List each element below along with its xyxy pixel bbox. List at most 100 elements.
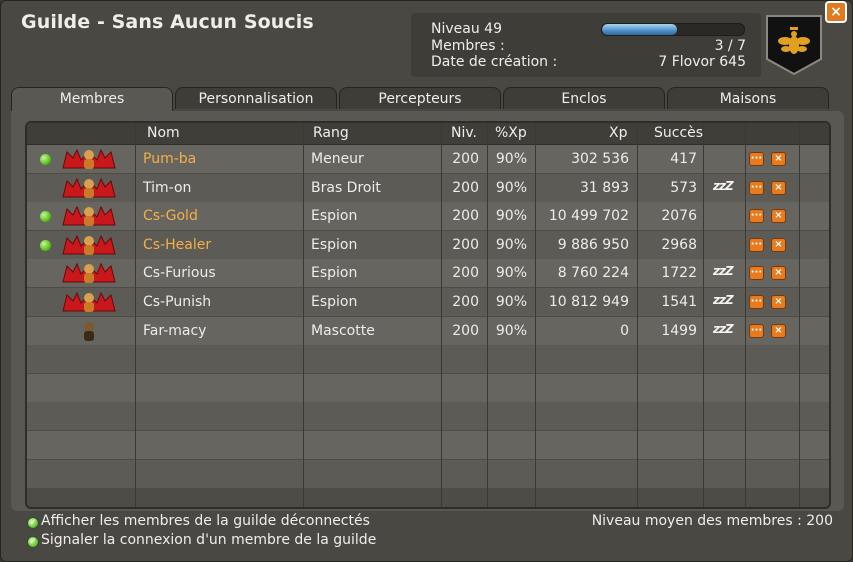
member-options-button[interactable]: ···: [749, 209, 764, 224]
header-succes[interactable]: Succès: [654, 123, 703, 144]
member-success: 417: [670, 151, 697, 167]
empty-row: [27, 345, 829, 374]
kick-member-button[interactable]: ×: [771, 180, 786, 195]
member-xp-percent: 90%: [495, 208, 527, 225]
member-name: Cs-Gold: [143, 208, 198, 225]
member-xp: 302 536: [571, 151, 629, 167]
kick-member-button[interactable]: ×: [771, 209, 786, 224]
members-label: Membres :: [431, 38, 505, 54]
member-xp-percent: 90%: [495, 236, 527, 253]
table-row[interactable]: Pum-ba Meneur 200 90% 302 536 417 ··· ×: [27, 145, 829, 173]
table-row[interactable]: Cs-Furious Espion 200 90% 8 760 224 1722 zzZ ··…: [27, 259, 829, 288]
kick-member-button[interactable]: ×: [771, 323, 786, 338]
table-row[interactable]: Cs-Gold Espion 200 90% 10 499 702 2076 ··· ×: [27, 202, 829, 231]
column-divider: [303, 123, 304, 507]
header-rang[interactable]: Rang: [313, 123, 349, 144]
member-level: 200: [452, 208, 479, 225]
member-rank: Espion: [311, 265, 358, 282]
header-nom[interactable]: Nom: [147, 123, 180, 144]
member-name: Pum-ba: [143, 151, 197, 167]
member-success: 573: [670, 179, 697, 196]
member-xp: 9 886 950: [557, 236, 629, 253]
member-rank: Bras Droit: [311, 179, 381, 196]
close-button[interactable]: ×: [825, 1, 847, 23]
member-xp: 8 760 224: [557, 265, 629, 282]
header-niv[interactable]: Niv.: [451, 123, 477, 144]
member-success: 2968: [661, 236, 697, 253]
member-xp: 10 499 702: [548, 208, 629, 225]
member-options-button[interactable]: ···: [749, 266, 764, 281]
member-level: 200: [452, 151, 479, 167]
column-divider: [799, 123, 800, 507]
guild-header: Guilde - Sans Aucun Soucis Niveau 49 Mem…: [1, 1, 852, 87]
member-level: 200: [452, 179, 479, 196]
average-level-text: Niveau moyen des membres : 200: [591, 513, 833, 529]
member-options-button[interactable]: ···: [749, 295, 764, 309]
character-avatar-icon: [84, 150, 94, 169]
column-divider: [535, 123, 536, 507]
member-level: 200: [452, 322, 479, 339]
member-xp-percent: 90%: [495, 322, 527, 339]
option-show-offline-label[interactable]: Afficher les membres de la guilde déconn…: [41, 513, 370, 529]
character-avatar-icon: [84, 207, 94, 227]
column-divider: [487, 123, 488, 507]
member-rank: Espion: [311, 236, 358, 253]
character-avatar-icon: [84, 293, 94, 312]
member-xp: 0: [620, 322, 629, 339]
tab-maisons[interactable]: Maisons: [667, 87, 829, 109]
window-title: Guilde - Sans Aucun Soucis: [21, 11, 314, 33]
column-divider: [703, 123, 704, 507]
character-avatar-icon: [84, 235, 94, 255]
empty-row: [27, 431, 829, 459]
member-options-button[interactable]: ···: [749, 323, 764, 338]
character-avatar-icon: [84, 321, 94, 341]
member-options-button[interactable]: ···: [749, 237, 764, 252]
members-table: Nom Rang Niv. %Xp Xp Succès Pum-ba Meneur…: [25, 121, 831, 509]
members-value: 3 / 7: [714, 38, 746, 54]
member-name: Cs-Healer: [143, 236, 212, 253]
kick-member-button[interactable]: ×: [771, 237, 786, 252]
member-level: 200: [452, 294, 479, 310]
column-divider: [441, 123, 442, 507]
tab-enclos[interactable]: Enclos: [503, 87, 665, 109]
tab-personnalisation[interactable]: Personnalisation: [175, 87, 337, 109]
checkbox-signal-connection[interactable]: ✓: [27, 536, 39, 548]
header-pxp[interactable]: %Xp: [495, 123, 527, 144]
member-rank: Meneur: [311, 151, 364, 167]
table-row[interactable]: Cs-Healer Espion 200 90% 9 886 950 2968 ··· ×: [27, 230, 829, 259]
member-xp: 31 893: [580, 179, 629, 196]
column-divider: [637, 123, 638, 507]
table-row[interactable]: Far-macy Mascotte 200 90% 0 1499 zzZ ··· ×: [27, 316, 829, 345]
online-indicator-icon: [40, 239, 51, 251]
tab-membres[interactable]: Membres: [11, 87, 173, 113]
member-name: Cs-Punish: [143, 294, 212, 310]
member-success: 2076: [661, 208, 697, 225]
afk-sleep-icon: zzZ: [713, 293, 734, 307]
character-avatar-icon: [84, 264, 94, 284]
member-xp-percent: 90%: [495, 294, 527, 310]
table-row[interactable]: Cs-Punish Espion 200 90% 10 812 949 1541 zzZ ··…: [27, 288, 829, 316]
header-xp[interactable]: Xp: [609, 123, 627, 144]
kick-member-button[interactable]: ×: [771, 295, 786, 309]
option-signal-connection-label[interactable]: Signaler la connexion d'un membre de la …: [41, 532, 376, 548]
tab-percepteurs[interactable]: Percepteurs: [339, 87, 501, 109]
member-name: Cs-Furious: [143, 265, 216, 282]
afk-sleep-icon: zzZ: [713, 264, 734, 279]
column-divider: [135, 123, 136, 507]
member-options-button[interactable]: ···: [749, 180, 764, 195]
character-avatar-icon: [84, 178, 94, 198]
member-success: 1499: [661, 322, 697, 339]
member-xp-percent: 90%: [495, 179, 527, 196]
checkbox-show-offline[interactable]: ✓: [27, 517, 39, 529]
creation-date-value: 7 Flovor 645: [658, 54, 746, 70]
empty-row: [27, 459, 829, 488]
empty-row: [27, 373, 829, 402]
member-xp-percent: 90%: [495, 265, 527, 282]
member-success: 1541: [661, 294, 697, 310]
kick-member-button[interactable]: ×: [771, 266, 786, 281]
table-row[interactable]: Tim-on Bras Droit 200 90% 31 893 573 zzZ ··· ×: [27, 173, 829, 202]
guild-xp-bar-fill: [602, 24, 678, 35]
member-name: Tim-on: [143, 179, 192, 196]
kick-member-button[interactable]: ×: [771, 152, 786, 166]
member-options-button[interactable]: ···: [749, 152, 764, 166]
